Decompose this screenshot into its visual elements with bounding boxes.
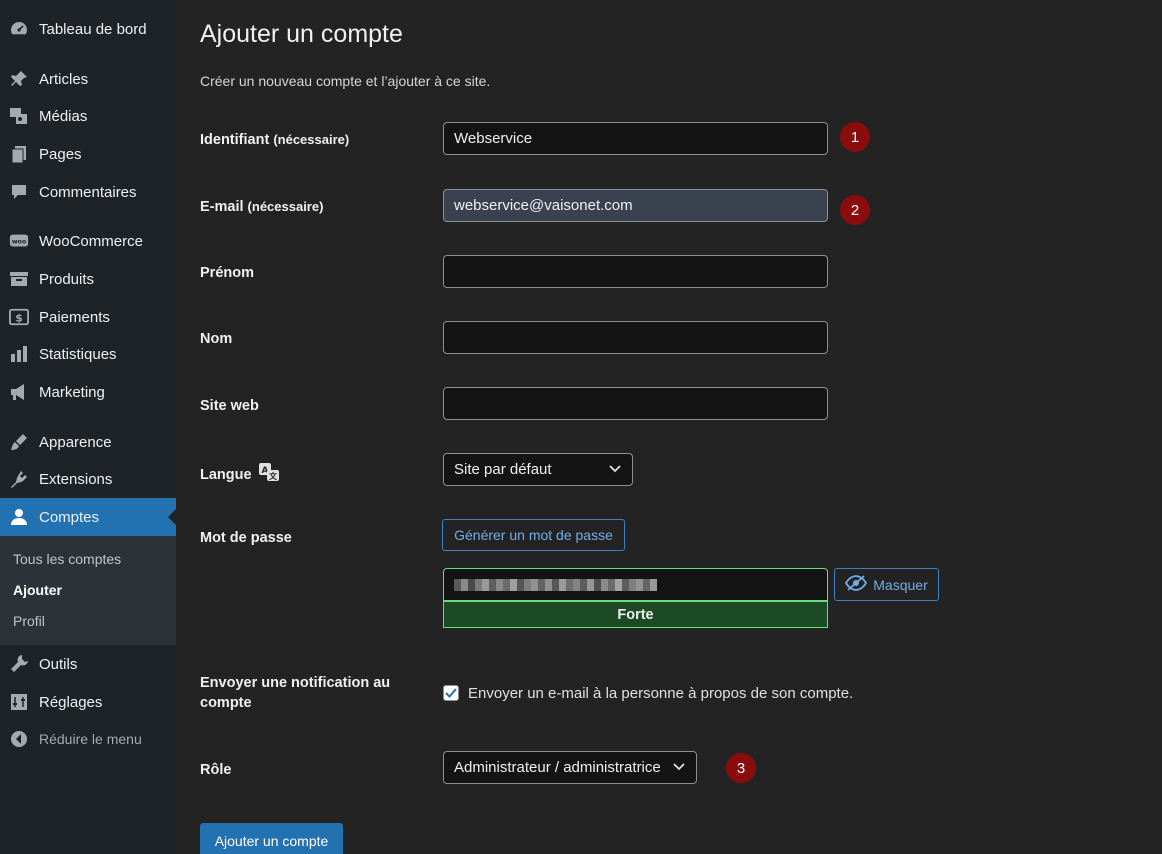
menu-label: Comptes <box>39 508 100 526</box>
generate-password-button[interactable]: Générer un mot de passe <box>442 519 625 551</box>
collapse-menu-button[interactable]: Réduire le menu <box>0 721 176 757</box>
last-name-input[interactable] <box>443 321 828 354</box>
menu-label: Articles <box>39 70 89 88</box>
menu-label: Médias <box>39 107 88 125</box>
annotation-badge-2: 2 <box>840 195 870 225</box>
woocommerce-icon: woo <box>9 231 29 251</box>
language-select[interactable]: Site par défaut <box>443 453 633 486</box>
password-label: Mot de passe <box>200 530 292 546</box>
dollar-icon: $ <box>9 307 29 327</box>
archive-icon <box>9 269 29 289</box>
label-text: Identifiant <box>200 132 270 148</box>
svg-text:文: 文 <box>269 471 278 481</box>
last-name-label: Nom <box>200 331 233 347</box>
page-description: Créer un nouveau compte et l’ajouter à c… <box>200 73 491 89</box>
required-text: (nécessaire) <box>273 132 350 147</box>
checkmark-icon <box>445 688 457 698</box>
menu-label: Commentaires <box>39 183 137 201</box>
submenu-comptes: Tous les comptes Ajouter Profil <box>0 536 176 645</box>
submenu-item-ajouter[interactable]: Ajouter <box>13 582 62 598</box>
menu-label: WooCommerce <box>39 232 143 250</box>
svg-text:$: $ <box>15 312 23 325</box>
role-label: Rôle <box>200 762 232 778</box>
submenu-item-profil[interactable]: Profil <box>13 613 45 629</box>
menu-label: Réglages <box>39 693 103 711</box>
collapse-icon <box>9 729 29 749</box>
label-text: Langue <box>200 467 252 483</box>
menu-item-woocommerce[interactable]: woo WooCommerce <box>0 223 176 259</box>
comment-icon <box>9 182 29 202</box>
menu-item-produits[interactable]: Produits <box>0 261 176 297</box>
menu-label: Pages <box>39 145 82 163</box>
notification-checkbox[interactable] <box>443 685 459 701</box>
role-select[interactable]: Administrateur / administratrice <box>443 751 697 784</box>
translation-icon: A文 <box>258 462 280 488</box>
admin-sidebar: Tableau de bord Articles Médias Pages Co… <box>0 0 176 854</box>
website-label: Site web <box>200 398 259 414</box>
menu-label: Statistiques <box>39 345 117 363</box>
chart-bar-icon <box>9 344 29 364</box>
website-input[interactable] <box>443 387 828 420</box>
first-name-label: Prénom <box>200 265 254 281</box>
menu-label: Marketing <box>39 383 105 401</box>
menu-item-dashboard[interactable]: Tableau de bord <box>0 11 176 47</box>
menu-item-outils[interactable]: Outils <box>0 646 176 682</box>
menu-item-extensions[interactable]: Extensions <box>0 461 176 497</box>
add-account-button[interactable]: Ajouter un compte <box>200 823 343 854</box>
megaphone-icon <box>9 382 29 402</box>
menu-label: Réduire le menu <box>39 731 142 747</box>
menu-item-medias[interactable]: Médias <box>0 98 176 134</box>
menu-label: Tableau de bord <box>39 20 147 38</box>
language-label: Langue A文 <box>200 462 280 488</box>
wrench-icon <box>9 654 29 674</box>
password-obscured-value <box>454 578 657 591</box>
password-input[interactable] <box>443 568 828 601</box>
username-input[interactable] <box>443 122 828 155</box>
menu-label: Outils <box>39 655 78 673</box>
menu-item-articles[interactable]: Articles <box>0 61 176 97</box>
annotation-badge-3: 3 <box>726 753 756 783</box>
menu-label: Produits <box>39 270 95 288</box>
chevron-down-icon <box>608 461 622 478</box>
page-title: Ajouter un compte <box>200 20 403 48</box>
menu-item-marketing[interactable]: Marketing <box>0 374 176 410</box>
menu-item-reglages[interactable]: Réglages <box>0 684 176 720</box>
menu-item-apparence[interactable]: Apparence <box>0 424 176 460</box>
pages-icon <box>9 144 29 164</box>
media-icon <box>9 106 29 126</box>
hide-password-button[interactable]: Masquer <box>834 568 939 601</box>
brush-icon <box>9 432 29 452</box>
settings-icon <box>9 692 29 712</box>
first-name-input[interactable] <box>443 255 828 288</box>
submenu-item-tous-les-comptes[interactable]: Tous les comptes <box>13 551 121 567</box>
menu-label: Apparence <box>39 433 112 451</box>
role-select-value: Administrateur / administratrice <box>454 759 661 776</box>
menu-item-commentaires[interactable]: Commentaires <box>0 174 176 210</box>
user-icon <box>9 507 29 527</box>
menu-label: Paiements <box>39 308 110 326</box>
notification-checkbox-label[interactable]: Envoyer un e-mail à la personne à propos… <box>468 685 853 702</box>
hide-password-label: Masquer <box>873 576 928 593</box>
notification-label: Envoyer une notification au compte <box>200 675 391 711</box>
required-text: (nécessaire) <box>247 199 324 214</box>
pin-icon <box>9 69 29 89</box>
email-input[interactable] <box>443 189 828 222</box>
menu-label: Extensions <box>39 470 113 488</box>
password-strength-indicator: Forte <box>443 601 828 628</box>
menu-item-paiements[interactable]: $ Paiements <box>0 299 176 335</box>
chevron-down-icon <box>672 759 686 776</box>
language-select-value: Site par défaut <box>454 461 552 478</box>
label-text: E-mail <box>200 199 244 215</box>
svg-text:woo: woo <box>12 239 27 246</box>
eye-slash-icon <box>845 574 868 595</box>
dashboard-icon <box>9 19 29 39</box>
menu-item-statistiques[interactable]: Statistiques <box>0 336 176 372</box>
annotation-badge-1: 1 <box>840 122 870 152</box>
menu-item-pages[interactable]: Pages <box>0 136 176 172</box>
menu-item-comptes[interactable]: Comptes <box>0 498 176 536</box>
username-label: Identifiant (nécessaire) <box>200 130 349 150</box>
main-content: Ajouter un compte Créer un nouveau compt… <box>176 0 1162 854</box>
plugin-icon <box>9 469 29 489</box>
email-label: E-mail (nécessaire) <box>200 197 323 217</box>
